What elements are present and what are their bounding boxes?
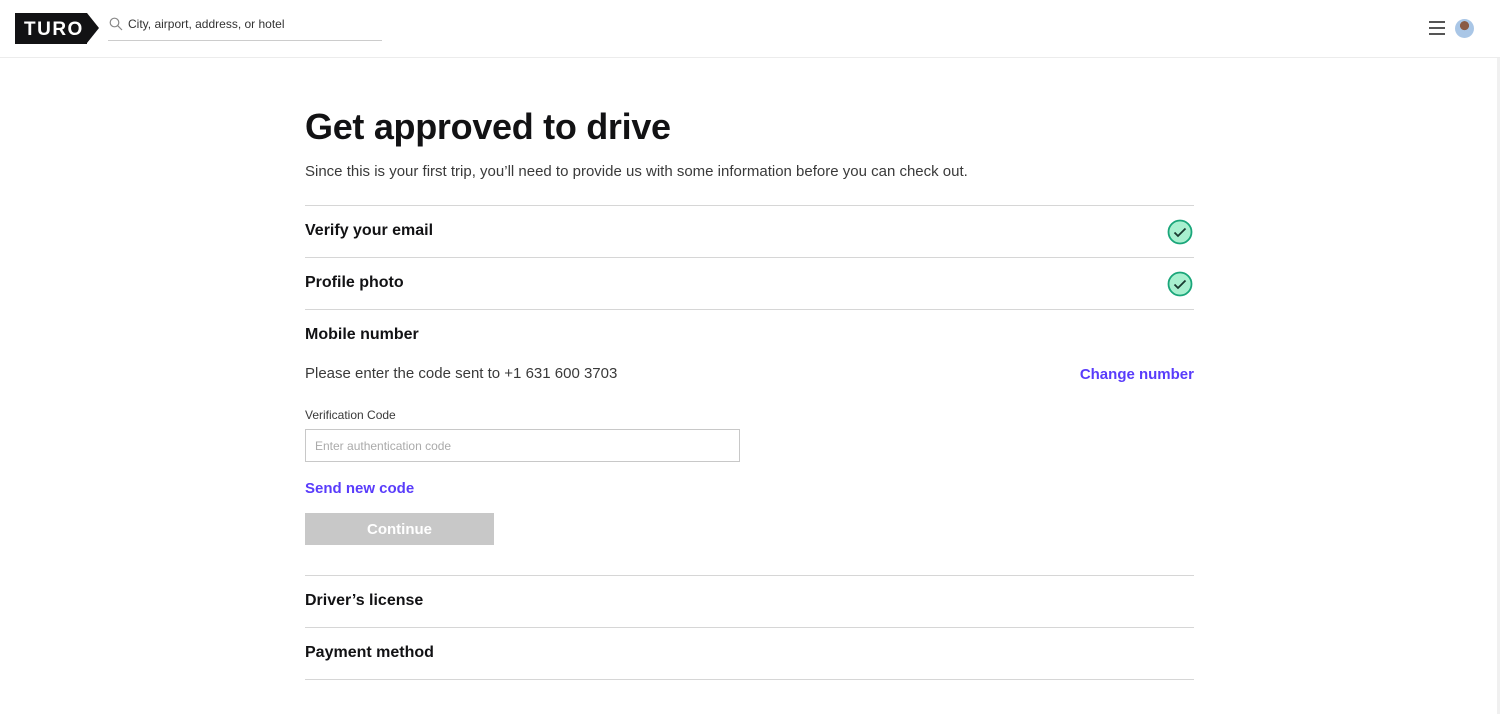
change-number-link[interactable]: Change number bbox=[1080, 366, 1194, 383]
step-label: Verify your email bbox=[305, 222, 434, 239]
hamburger-menu-icon[interactable] bbox=[1429, 21, 1445, 35]
search-icon bbox=[109, 17, 123, 31]
page-subtitle: Since this is your first trip, you’ll ne… bbox=[305, 163, 968, 180]
step-payment-method[interactable]: Payment method bbox=[305, 627, 1194, 679]
step-label: Payment method bbox=[305, 644, 434, 661]
page-title: Get approved to drive bbox=[305, 106, 671, 147]
check-circle-icon bbox=[1167, 219, 1193, 245]
step-verify-email[interactable]: Verify your email bbox=[305, 205, 1194, 257]
step-label: Profile photo bbox=[305, 274, 404, 291]
check-circle-icon bbox=[1167, 271, 1193, 297]
avatar[interactable] bbox=[1455, 19, 1474, 38]
logo-text: TURO bbox=[24, 19, 84, 40]
step-drivers-license[interactable]: Driver’s license bbox=[305, 575, 1194, 627]
turo-logo[interactable]: TURO bbox=[15, 13, 99, 44]
code-instruction: Please enter the code sent to +1 631 600… bbox=[305, 365, 618, 382]
location-search[interactable] bbox=[108, 14, 382, 41]
step-label: Mobile number bbox=[305, 326, 419, 343]
verification-code-input[interactable] bbox=[305, 429, 740, 462]
step-profile-photo[interactable]: Profile photo bbox=[305, 257, 1194, 309]
step-label: Driver’s license bbox=[305, 592, 424, 609]
continue-button[interactable]: Continue bbox=[305, 513, 494, 545]
send-new-code-link[interactable]: Send new code bbox=[305, 480, 414, 497]
search-input[interactable] bbox=[128, 17, 378, 31]
divider bbox=[305, 679, 1194, 680]
verification-code-label: Verification Code bbox=[305, 408, 396, 422]
top-nav: TURO bbox=[0, 0, 1500, 58]
